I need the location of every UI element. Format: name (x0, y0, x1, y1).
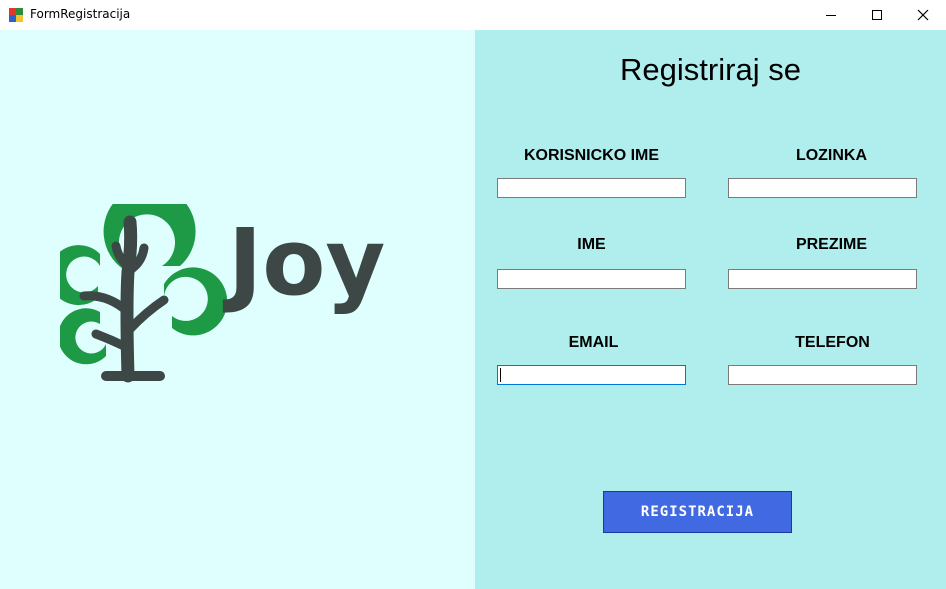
phone-field[interactable] (728, 365, 917, 385)
last-name-field[interactable] (728, 269, 917, 289)
logo-text: Joy (222, 209, 385, 316)
maximize-button[interactable] (854, 0, 900, 30)
close-icon (917, 9, 929, 21)
minimize-icon (826, 15, 836, 16)
password-field[interactable] (728, 178, 917, 198)
text-caret (500, 368, 501, 382)
first-name-field[interactable] (497, 269, 686, 289)
email-label: EMAIL (568, 334, 619, 351)
maximize-icon (872, 10, 882, 20)
password-label: LOZINKA (795, 147, 868, 164)
close-button[interactable] (900, 0, 946, 30)
joy-logo: Joy (60, 204, 385, 383)
tree-icon (60, 204, 228, 383)
username-label: KORISNICKO IME (523, 147, 660, 164)
register-button[interactable]: REGISTRACIJA (603, 491, 792, 533)
page-title: Registriraj se (620, 52, 801, 87)
app-icon (9, 8, 23, 22)
window-title: FormRegistracija (30, 7, 131, 21)
email-field[interactable] (497, 365, 686, 385)
title-bar: FormRegistracija (0, 0, 946, 30)
last-name-label: PREZIME (795, 236, 868, 253)
username-field[interactable] (497, 178, 686, 198)
first-name-label: IME (577, 236, 606, 253)
minimize-button[interactable] (808, 0, 854, 30)
phone-label: TELEFON (795, 334, 870, 351)
